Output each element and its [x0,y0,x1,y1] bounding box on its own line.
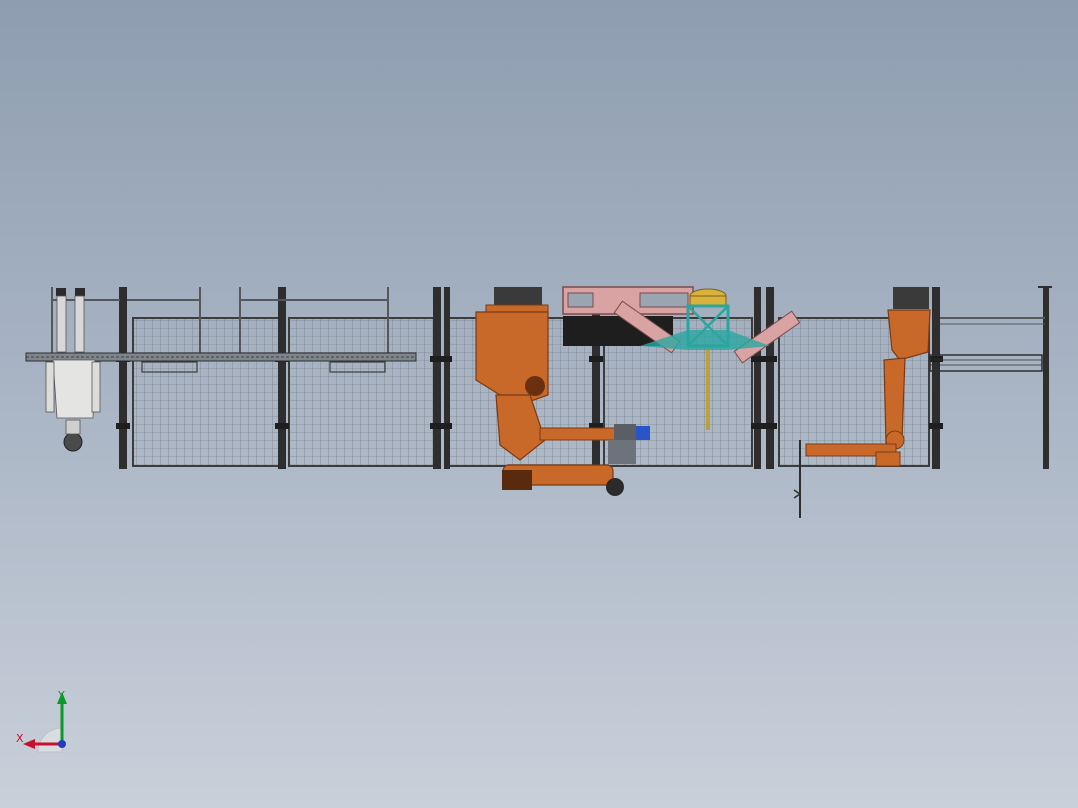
human-figure [45,288,101,452]
fence-post [119,287,127,469]
triad-plane-shading [37,727,63,753]
fence-panel-2 [288,317,436,467]
fence-post [754,287,761,469]
z-axis-dot [58,740,66,748]
fence-post [433,287,441,469]
robot-cell-model[interactable] [0,0,1078,808]
overhead-frame-right [929,286,1052,372]
fence-post [1043,287,1049,469]
fence-panel-1 [132,317,280,467]
cad-viewport[interactable]: X Y [0,0,1078,808]
fence-post [444,287,450,469]
y-axis-label: Y [58,689,65,702]
fence-post [932,287,940,469]
coordinate-triad [23,692,67,753]
x-axis-label: X [16,732,24,745]
x-axis-arrowhead [23,739,35,749]
fence-post [278,287,286,469]
fence-post [766,287,774,469]
